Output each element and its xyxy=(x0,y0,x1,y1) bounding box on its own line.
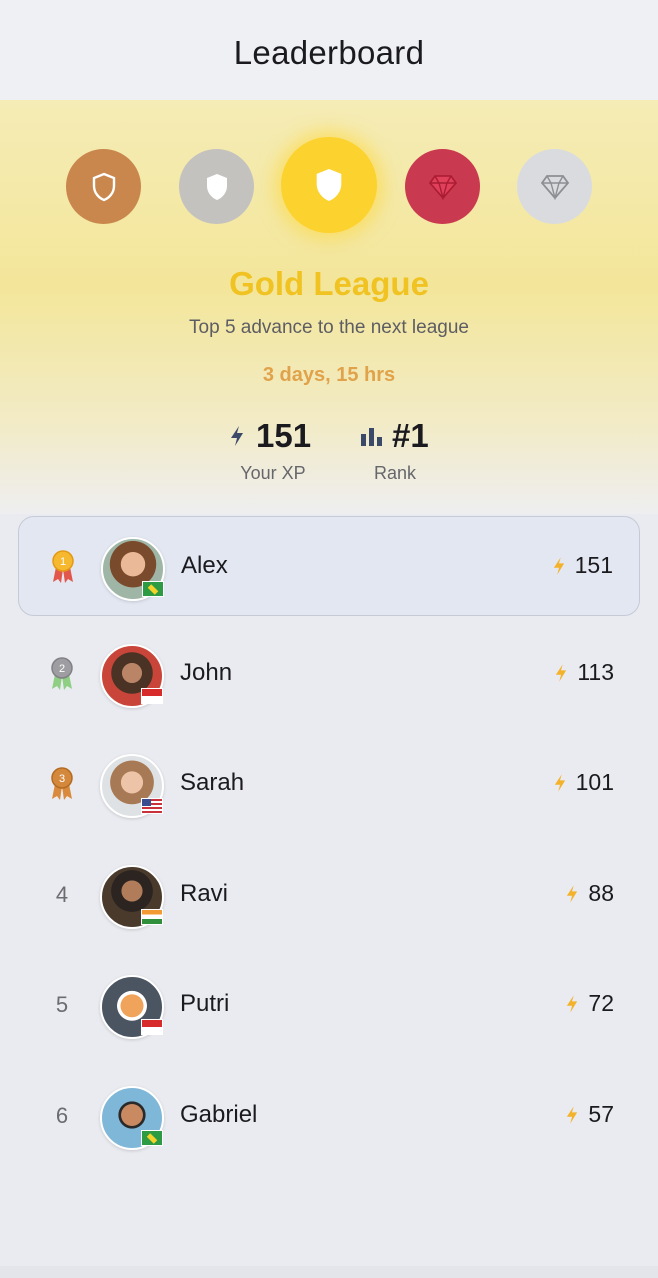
league-time-left: 3 days, 15 hrs xyxy=(262,364,396,386)
xp-points: 101 xyxy=(575,769,614,795)
top-bar: Leaderboard xyxy=(0,0,658,100)
lightning-icon xyxy=(231,426,243,446)
rank-cell: 4 xyxy=(42,845,82,945)
player-xp: 72 xyxy=(566,990,614,1017)
leaderboard-row-current-user[interactable]: 1 Alex 151 xyxy=(18,516,640,616)
leaderboard-row[interactable]: 6 Gabriel 57 xyxy=(18,1066,640,1166)
lightning-icon xyxy=(554,773,565,792)
league-subtitle: Top 5 advance to the next league xyxy=(189,317,469,338)
brazil-flag-icon xyxy=(142,581,164,597)
silver-medal-icon: 2 xyxy=(51,657,73,690)
gem-outline-icon xyxy=(540,174,569,200)
shield-icon xyxy=(316,169,342,201)
gold-medal-icon: 1 xyxy=(52,550,74,583)
player-name: Gabriel xyxy=(180,1101,258,1128)
player-xp: 57 xyxy=(566,1101,614,1128)
bronze-medal-icon: 3 xyxy=(51,767,73,800)
svg-text:1: 1 xyxy=(60,556,66,568)
gem-icon xyxy=(428,174,457,200)
leaderboard-row[interactable]: 4 Ravi 88 xyxy=(18,845,640,945)
ruby-league-badge[interactable] xyxy=(405,149,480,224)
leaderboard-row[interactable]: 5 Putri 72 xyxy=(18,955,640,1055)
league-name: Gold League xyxy=(229,265,429,302)
player-name: Putri xyxy=(180,990,230,1017)
xp-points: 151 xyxy=(574,552,613,578)
shield-icon xyxy=(206,173,227,200)
shield-outline-icon xyxy=(92,172,115,201)
player-name: Sarah xyxy=(180,769,245,796)
leaderboard-row[interactable]: 3 Sarah 101 xyxy=(18,734,640,834)
rank-medal: 1 xyxy=(43,517,83,617)
rank-label: Rank xyxy=(373,463,417,483)
lightning-icon xyxy=(567,994,578,1013)
lightning-icon xyxy=(556,663,567,682)
xp-points: 57 xyxy=(588,1101,614,1127)
player-xp: 151 xyxy=(553,552,613,579)
rank-value: #1 xyxy=(392,417,429,454)
rank-cell: 5 xyxy=(42,955,82,1055)
player-name: John xyxy=(180,659,233,686)
rank-stat: #1 xyxy=(360,416,429,456)
leaderboard-row[interactable]: 2 John 113 xyxy=(18,624,640,724)
brazil-flag-icon xyxy=(141,1130,163,1146)
leaderboard-screen: Leaderboard Gold League Top 5 advance to… xyxy=(0,0,658,1278)
silver-league-badge[interactable] xyxy=(179,149,254,224)
rank-number: 6 xyxy=(55,1103,69,1128)
xp-points: 88 xyxy=(588,880,614,906)
lightning-icon xyxy=(567,1105,578,1124)
svg-text:2: 2 xyxy=(59,663,65,675)
xp-points: 72 xyxy=(588,990,614,1016)
player-name: Ravi xyxy=(180,880,229,907)
xp-stat: 151 xyxy=(230,416,311,456)
bottom-edge xyxy=(0,1266,658,1278)
indonesia-flag-icon xyxy=(141,688,163,704)
gold-league-badge[interactable] xyxy=(281,137,377,233)
rank-medal: 2 xyxy=(42,624,82,724)
rank-number: 5 xyxy=(55,992,69,1017)
xp-label: Your XP xyxy=(240,463,306,483)
lightning-icon xyxy=(553,556,564,575)
page-title: Leaderboard xyxy=(233,34,425,71)
player-xp: 88 xyxy=(566,880,614,907)
player-name: Alex xyxy=(181,552,228,579)
svg-text:3: 3 xyxy=(59,773,65,785)
bronze-league-badge[interactable] xyxy=(66,149,141,224)
xp-value: 151 xyxy=(256,417,312,454)
player-xp: 101 xyxy=(554,769,614,796)
xp-points: 113 xyxy=(577,659,614,685)
rank-number: 4 xyxy=(55,882,69,907)
diamond-league-badge[interactable] xyxy=(517,149,592,224)
lightning-icon xyxy=(567,884,578,903)
rank-cell: 6 xyxy=(42,1066,82,1166)
rank-medal: 3 xyxy=(42,734,82,834)
india-flag-icon xyxy=(141,909,163,925)
indonesia-flag-icon xyxy=(141,1019,163,1035)
player-xp: 113 xyxy=(555,659,614,686)
bar-chart-icon xyxy=(361,428,382,446)
usa-flag-icon xyxy=(141,798,163,814)
